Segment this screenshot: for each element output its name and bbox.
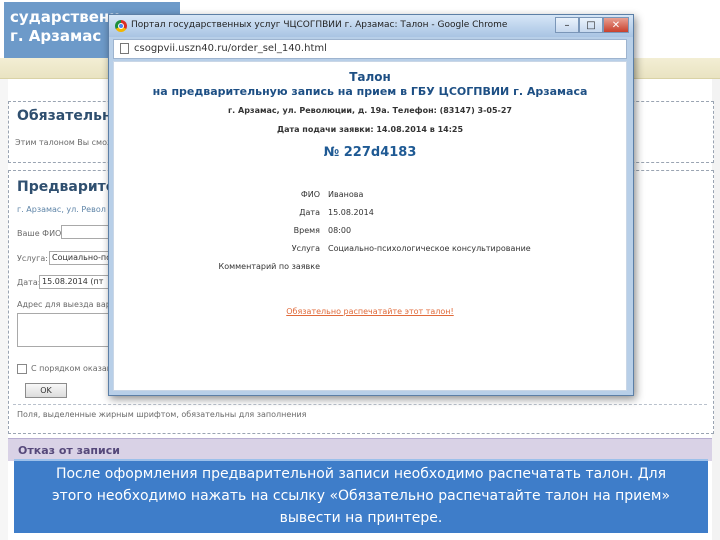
address-label: Адрес для выезда варн: [17, 300, 117, 309]
cancel-section: Отказ от записи: [8, 438, 712, 461]
field-label-fio: ФИО: [300, 190, 320, 199]
service-label: Услуга:: [17, 254, 48, 263]
important-panel-text: Этим талоном Вы смож: [15, 138, 115, 147]
chrome-icon: [115, 20, 127, 32]
print-ticket-link[interactable]: Обязательно распечатайте этот талон!: [114, 307, 626, 316]
field-value-date: 15.08.2014: [328, 208, 374, 217]
required-note: Поля, выделенные жирным шрифтом, обязате…: [17, 410, 307, 419]
page-left-edge: [0, 0, 8, 540]
field-label-comment: Комментарий по заявке: [218, 262, 320, 271]
ticket-address: г. Арзамас, ул. Революции, д. 19а. Телеф…: [228, 106, 512, 115]
ticket-submitted-date: Дата подачи заявки: 14.08.2014 в 14:25: [276, 125, 464, 134]
instruction-caption: После оформления предварительной записи …: [14, 459, 708, 533]
window-title: Портал государственных услуг ЧЦСОГПВИИ г…: [131, 20, 508, 30]
ticket-number: № 227d4183: [323, 145, 417, 160]
consent-text: С порядком оказани: [31, 364, 118, 373]
window-titlebar[interactable]: Портал государственных услуг ЧЦСОГПВИИ г…: [109, 15, 633, 37]
field-label-date: Дата: [299, 208, 320, 217]
fio-label: Ваше ФИО:: [17, 229, 65, 238]
url-text: csogpvii.uszn40.ru/order_sel_140.html: [134, 43, 327, 54]
page-icon: [120, 43, 129, 54]
field-label-service: Услуга: [291, 244, 320, 253]
maximize-button[interactable]: □: [579, 17, 603, 33]
field-label-time: Время: [293, 226, 320, 235]
cancel-section-title[interactable]: Отказ от записи: [18, 444, 120, 457]
caption-line-1: После оформления предварительной записи …: [55, 466, 667, 482]
ticket-page: Талон на предварительную запись на прием…: [113, 61, 627, 391]
consent-checkbox[interactable]: [17, 364, 27, 374]
form-divider: [13, 404, 707, 405]
address-textarea[interactable]: [17, 313, 121, 347]
important-panel-title: Обязательно: [17, 108, 122, 124]
field-value-service: Социально-психологическое консультирован…: [328, 244, 531, 253]
browser-popup-window: Портал государственных услуг ЧЦСОГПВИИ г…: [108, 14, 634, 396]
date-label: Дата:: [17, 278, 41, 287]
caption-line-3: вывести на принтере.: [279, 510, 443, 526]
field-value-time: 08:00: [328, 226, 352, 235]
ticket-heading: Талон: [349, 70, 391, 84]
booking-address: г. Арзамас, ул. Револ: [17, 205, 106, 214]
ticket-subheading: на предварительную запись на прием в ГБУ…: [152, 85, 588, 98]
minimize-button[interactable]: –: [555, 17, 579, 33]
field-value-fio: Иванова: [328, 190, 364, 199]
close-button[interactable]: ✕: [603, 17, 629, 33]
ok-button[interactable]: OK: [25, 383, 67, 398]
address-bar[interactable]: csogpvii.uszn40.ru/order_sel_140.html: [113, 39, 627, 59]
caption-line-2: этого необходимо нажать на ссылку «Обяза…: [51, 488, 671, 504]
